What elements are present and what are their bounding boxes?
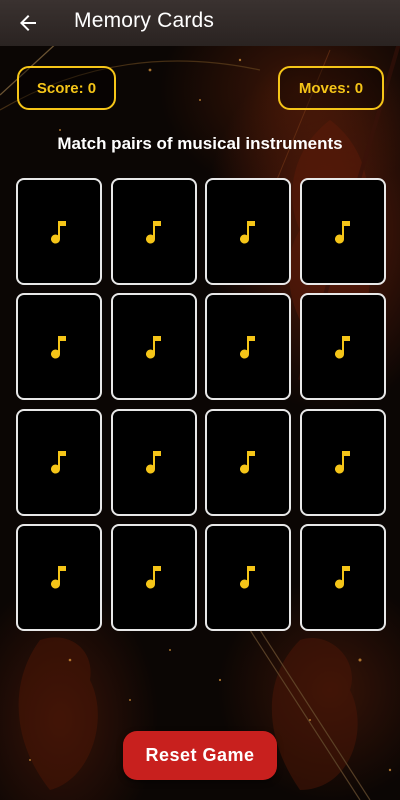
memory-card[interactable] [299,293,386,401]
memory-card[interactable] [16,523,102,631]
app-bar: Memory Cards [0,0,400,46]
music-note-icon [238,564,258,590]
music-note-icon [49,449,69,475]
music-note-icon [238,219,258,245]
memory-card[interactable] [205,178,292,285]
music-note-icon [144,449,164,475]
music-note-icon [238,334,258,360]
music-note-icon [144,219,164,245]
music-note-icon [144,564,164,590]
memory-card[interactable] [110,523,197,631]
memory-card[interactable] [299,523,386,631]
music-note-icon [333,219,353,245]
music-note-icon [144,334,164,360]
memory-card[interactable] [16,408,102,516]
page-title: Memory Cards [74,9,215,32]
score-badge: Score: 0 [17,66,116,110]
music-note-icon [49,564,69,590]
memory-card[interactable] [205,523,292,631]
memory-card[interactable] [299,408,386,516]
music-note-icon [49,219,69,245]
instructions-text: Match pairs of musical instruments [57,134,343,153]
moves-badge: Moves: 0 [278,66,384,110]
reset-game-button[interactable]: Reset Game [123,731,277,780]
memory-card[interactable] [299,178,386,285]
music-note-icon [333,564,353,590]
card-grid [16,178,386,631]
memory-card[interactable] [205,408,292,516]
memory-card[interactable] [110,408,197,516]
memory-card[interactable] [205,293,292,401]
memory-card[interactable] [16,293,102,401]
music-note-icon [333,334,353,360]
music-note-icon [49,334,69,360]
memory-card[interactable] [16,178,102,285]
music-note-icon [333,449,353,475]
arrow-back-icon[interactable] [16,11,40,35]
music-note-icon [238,449,258,475]
memory-card[interactable] [110,293,197,401]
memory-card[interactable] [110,178,197,285]
